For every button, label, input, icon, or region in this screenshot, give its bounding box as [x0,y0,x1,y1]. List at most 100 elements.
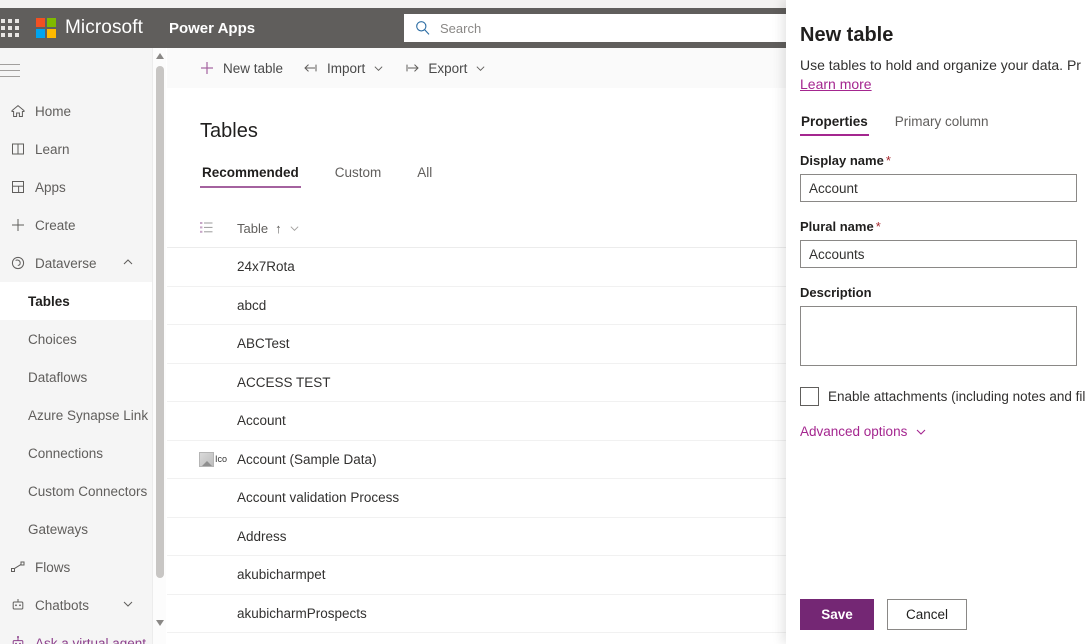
search-placeholder: Search [440,20,482,36]
waffle-grid [1,19,19,37]
tab-label: Recommended [202,165,299,180]
export-button[interactable]: Export [394,48,496,88]
panel-description: Use tables to hold and organize your dat… [800,57,1081,73]
apps-grid-icon [5,179,31,195]
chevron-down-icon[interactable] [289,223,300,234]
learn-more-link[interactable]: Learn more [800,76,872,92]
sidebar-item-gateways[interactable]: Gateways [0,510,152,548]
plus-icon [199,60,215,76]
sidebar-item-ask-a-virtual-agent[interactable]: Ask a virtual agent [0,624,152,644]
column-header-icon[interactable] [185,220,237,238]
sidebar-item-azure-synapse-link[interactable]: Azure Synapse Link [0,396,152,434]
required-asterisk: * [875,219,881,234]
import-button[interactable]: Import [293,48,394,88]
sidebar-item-learn[interactable]: Learn [0,130,152,168]
sidebar-item-label: Dataverse [35,255,97,271]
description-input[interactable] [800,306,1077,366]
broken-image-glyph [199,451,214,467]
sidebar-item-tables[interactable]: Tables [0,282,152,320]
sidebar-item-label: Tables [28,293,70,309]
description-label: Description [800,285,1074,300]
chevron-down-icon[interactable] [373,63,384,74]
required-asterisk: * [885,153,891,168]
chevron-down-icon[interactable] [122,598,134,613]
advanced-options-toggle[interactable]: Advanced options [800,424,1074,439]
enable-attachments-label: Enable attachments (including notes and … [828,389,1086,404]
display-name-label: Display name * [800,153,1074,168]
panel-title: New table [800,24,894,46]
search-icon [415,20,431,36]
import-label: Import [327,60,366,76]
import-icon [303,60,319,76]
scroll-down-arrow-icon[interactable] [153,616,167,630]
app-launcher-icon[interactable] [0,8,24,48]
row-icon-cell: Ico [185,451,237,467]
plural-name-label: Plural name * [800,219,1074,234]
chevron-down-icon[interactable] [475,63,486,74]
column-header-table-label: Table [237,221,269,236]
cancel-button[interactable]: Cancel [887,599,968,630]
sidebar-item-label: Flows [35,559,71,575]
sidebar-item-label: Dataflows [28,369,88,385]
nav-toggle-button[interactable] [0,48,152,92]
new-table-button[interactable]: New table [189,48,293,88]
plus-icon [5,217,31,233]
plural-name-input[interactable] [800,240,1077,268]
enable-attachments-checkbox[interactable] [800,387,819,406]
suite-strip [0,0,786,8]
display-name-label-text: Display name [800,153,884,168]
list-view-icon [199,220,214,238]
tab-properties[interactable]: Properties [800,110,869,136]
sidebar-item-label: Apps [35,179,66,195]
chatbot-icon [5,597,31,613]
tab-recommended[interactable]: Recommended [200,159,301,188]
sidebar-scrollbar[interactable] [152,48,166,644]
tab-label: Custom [334,165,382,180]
tab-label: Primary column [894,114,989,129]
sidebar-item-label: Custom Connectors [28,483,148,499]
sidebar-item-label: Choices [28,331,77,347]
scrollbar-thumb[interactable] [156,66,164,578]
sort-ascending-icon: ↑ [275,221,282,236]
chevron-up-icon[interactable] [122,256,134,271]
home-icon [5,103,31,119]
book-icon [5,141,31,157]
save-button[interactable]: Save [800,599,874,630]
export-label: Export [428,60,468,76]
virtual-agent-icon [5,635,31,644]
new-table-label: New table [223,60,284,76]
sidebar-item-connections[interactable]: Connections [0,434,152,472]
tab-primary-column[interactable]: Primary column [894,110,990,136]
chevron-down-icon [915,426,927,438]
sidebar-item-chatbots[interactable]: Chatbots [0,586,152,624]
tab-all[interactable]: All [415,159,434,188]
sidebar-item-label: Ask a virtual agent [35,635,147,644]
export-icon [404,60,420,76]
tab-custom[interactable]: Custom [333,159,384,188]
sidebar-item-flows[interactable]: Flows [0,548,152,586]
scroll-up-arrow-icon[interactable] [153,49,167,63]
display-name-input[interactable] [800,174,1077,202]
microsoft-logo[interactable]: Microsoft [36,17,143,39]
sidebar-item-create[interactable]: Create [0,206,152,244]
sidebar-item-home[interactable]: Home [0,92,152,130]
sidebar-item-label: Learn [35,141,70,157]
sidebar-item-apps[interactable]: Apps [0,168,152,206]
microsoft-logo-icon [36,18,56,38]
panel-footer: Save Cancel [800,599,968,630]
sidebar-item-choices[interactable]: Choices [0,320,152,358]
enable-attachments-row[interactable]: Enable attachments (including notes and … [800,387,1086,406]
broken-image-alt-text: Ico [215,454,228,465]
left-navigation: Home Learn Apps Create Dataverse Tables … [0,48,152,644]
sidebar-item-label: Create [35,217,76,233]
panel-tabs: Properties Primary column [800,110,1074,136]
sidebar-item-label: Azure Synapse Link [28,407,149,423]
sidebar-item-custom-connectors[interactable]: Custom Connectors [0,472,152,510]
sidebar-item-dataflows[interactable]: Dataflows [0,358,152,396]
broken-image-icon: Ico [199,451,233,467]
power-apps-window: Microsoft Power Apps Search Home Learn A… [0,0,1086,644]
search-box[interactable]: Search [404,14,804,42]
sidebar-item-dataverse[interactable]: Dataverse [0,244,152,282]
sidebar-item-label: Connections [28,445,104,461]
microsoft-wordmark: Microsoft [65,17,143,38]
